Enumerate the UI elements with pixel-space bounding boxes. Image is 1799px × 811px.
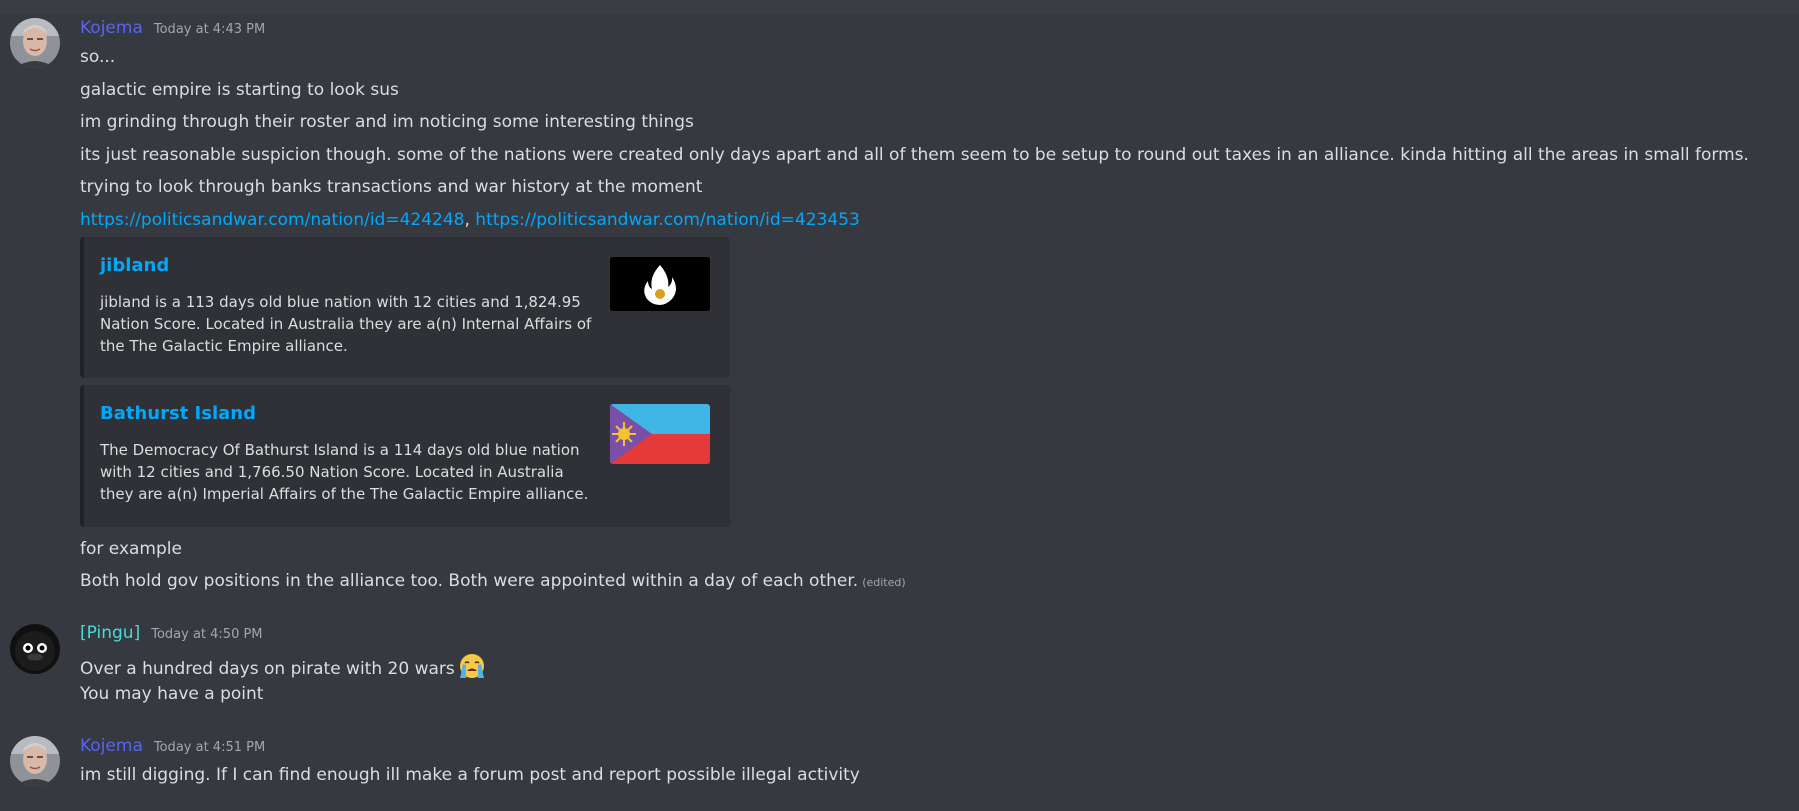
author-name[interactable]: [Pingu]: [80, 623, 140, 643]
nation-link-424248[interactable]: https://politicsandwar.com/nation/id=424…: [80, 210, 464, 230]
message-line: trying to look through banks transaction…: [80, 177, 703, 197]
message-line: so...: [80, 47, 116, 67]
avatar-kojema[interactable]: [10, 18, 60, 68]
embed-jibland: jibland jibland is a 113 days old blue n…: [80, 237, 730, 378]
message-text: Over a hundred days on pirate with 20 wa…: [80, 659, 455, 679]
avatar-kojema[interactable]: [10, 736, 60, 786]
author-line: Kojema Today at 4:51 PM: [80, 736, 265, 760]
message-line: its just reasonable suspicion though. so…: [80, 145, 1749, 165]
embed-thumbnail[interactable]: [610, 404, 710, 464]
message-line: galactic empire is starting to look sus: [80, 80, 399, 100]
loudly-crying-face-icon: [457, 652, 487, 686]
author-name[interactable]: Kojema: [80, 18, 143, 38]
embed-bathurst-island: Bathurst Island The Democracy Of Bathurs…: [80, 385, 730, 527]
flame-flag-icon: [610, 257, 710, 311]
link-line: https://politicsandwar.com/nation/id=424…: [80, 209, 860, 231]
author-line: [Pingu] Today at 4:50 PM: [80, 623, 263, 647]
embed-title[interactable]: Bathurst Island: [100, 403, 256, 424]
sun-flag-icon: [610, 404, 710, 464]
message-line: im still digging. If I can find enough i…: [80, 765, 860, 785]
embed-description: The Democracy Of Bathurst Island is a 11…: [100, 441, 589, 503]
message-line: im grinding through their roster and im …: [80, 112, 694, 132]
timestamp: Today at 4:43 PM: [153, 22, 266, 37]
message-line: Both hold gov positions in the alliance …: [80, 570, 906, 594]
message-line: You may have a point: [80, 684, 264, 704]
link-separator: ,: [464, 210, 476, 230]
timestamp: Today at 4:51 PM: [153, 740, 266, 755]
message-line: for example: [80, 539, 182, 559]
embed-thumbnail[interactable]: [610, 257, 710, 311]
timestamp: Today at 4:50 PM: [151, 627, 263, 642]
embed-description: jibland is a 113 days old blue nation wi…: [100, 293, 592, 355]
author-line: Kojema Today at 4:43 PM: [80, 18, 265, 42]
man-avatar-icon: [10, 18, 60, 68]
message-line: Over a hundred days on pirate with 20 wa…: [80, 652, 487, 686]
avatar-pingu[interactable]: [10, 624, 60, 674]
nation-link-423453[interactable]: https://politicsandwar.com/nation/id=423…: [475, 210, 859, 230]
penguin-avatar-icon: [10, 624, 60, 674]
man-avatar-icon: [10, 736, 60, 786]
message-text: Both hold gov positions in the alliance …: [80, 571, 859, 591]
embed-title[interactable]: jibland: [100, 255, 169, 276]
author-name[interactable]: Kojema: [80, 736, 143, 756]
edited-label: (edited): [862, 576, 906, 589]
